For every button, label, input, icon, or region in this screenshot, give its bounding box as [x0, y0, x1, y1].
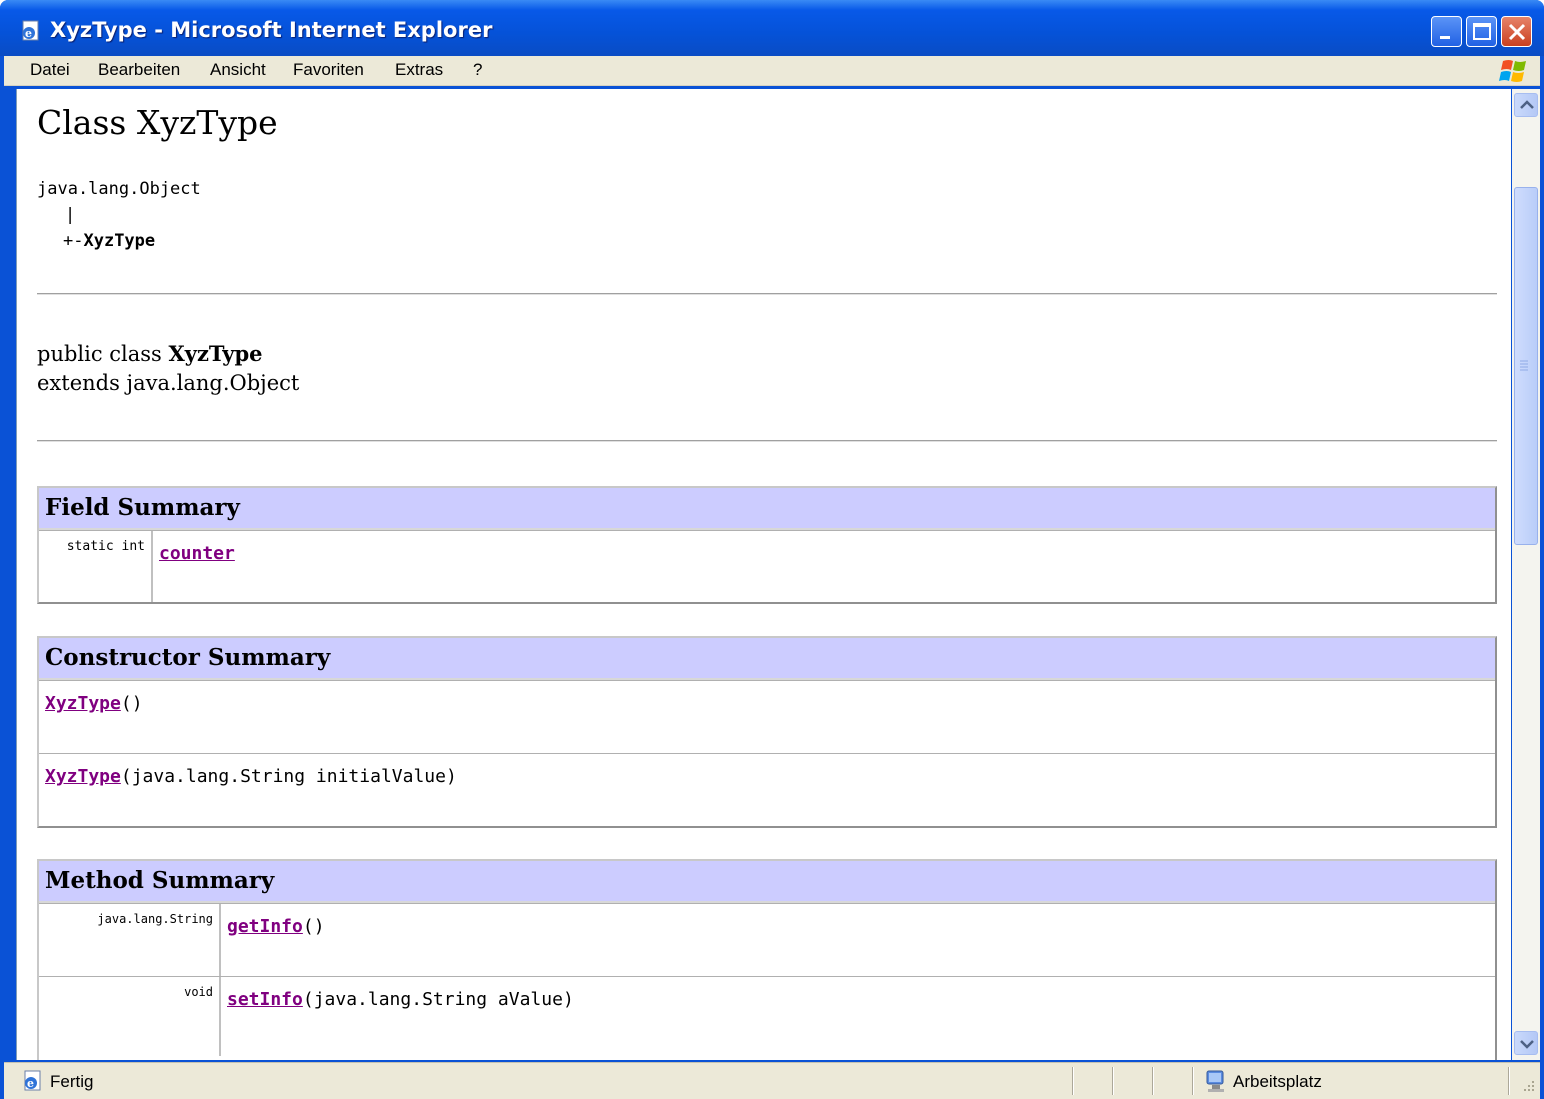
chevron-down-icon: [1520, 1040, 1534, 1049]
divider: [37, 440, 1497, 442]
hierarchy-child: +-XyzType: [63, 231, 155, 251]
status-text: Fertig: [50, 1072, 94, 1091]
class-declaration: public class XyzType: [37, 341, 263, 366]
hierarchy-root: java.lang.Object: [37, 179, 201, 199]
method-return-type: java.lang.String: [39, 904, 221, 976]
method-signature: (): [302, 916, 325, 937]
method-link-setinfo[interactable]: setInfo: [227, 989, 303, 1010]
method-summary-table: Method Summary java.lang.String getInfo(…: [37, 859, 1497, 1060]
resize-grip-icon[interactable]: [1522, 1079, 1536, 1093]
method-cell: getInfo(): [227, 904, 325, 976]
menu-favoriten[interactable]: Favoriten: [293, 60, 364, 80]
status-divider: [1072, 1067, 1074, 1095]
method-signature: (java.lang.String aValue): [302, 989, 574, 1010]
declaration-class-name: XyzType: [168, 341, 263, 366]
computer-zone-icon: [1206, 1070, 1224, 1092]
status-divider: [1112, 1067, 1114, 1095]
constructor-cell: XyzType(java.lang.String initialValue): [45, 754, 457, 826]
ie-page-icon: e: [24, 1070, 41, 1091]
field-summary-table: Field Summary static int counter: [37, 486, 1497, 604]
table-row: void setInfo(java.lang.String aValue): [39, 976, 1495, 1056]
constructor-summary-header: Constructor Summary: [39, 638, 1495, 680]
hierarchy-prefix: +-: [63, 231, 84, 251]
menu-bearbeiten[interactable]: Bearbeiten: [98, 60, 180, 80]
scroll-down-button[interactable]: [1514, 1031, 1538, 1055]
field-cell: counter: [159, 531, 235, 602]
divider: [37, 293, 1497, 295]
constructor-link-default[interactable]: XyzType: [45, 693, 121, 714]
class-extends: extends java.lang.Object: [37, 371, 300, 395]
menu-bar: Datei Bearbeiten Ansicht Favoriten Extra…: [4, 56, 1540, 86]
windows-logo-icon: [1499, 60, 1526, 82]
menu-help[interactable]: ?: [473, 60, 482, 80]
method-return-type: void: [39, 977, 221, 1056]
hierarchy-child-name: XyzType: [83, 231, 156, 251]
close-button[interactable]: [1501, 16, 1532, 47]
field-type: static int: [39, 531, 153, 602]
status-divider: [1508, 1067, 1510, 1095]
chevron-up-icon: [1520, 100, 1534, 109]
constructor-cell: XyzType(): [45, 681, 143, 753]
constructor-link-string[interactable]: XyzType: [45, 766, 121, 787]
table-row: XyzType(java.lang.String initialValue): [39, 753, 1495, 826]
menu-datei[interactable]: Datei: [30, 60, 70, 80]
page-content: Class XyzType java.lang.Object | +-XyzTy…: [16, 89, 1511, 1060]
status-divider: [1192, 1067, 1194, 1095]
page-title: Class XyzType: [37, 103, 278, 142]
title-bar[interactable]: e XyzType - Microsoft Internet Explorer: [0, 0, 1544, 56]
method-cell: setInfo(java.lang.String aValue): [227, 977, 574, 1056]
svg-text:e: e: [27, 1077, 34, 1090]
table-row: XyzType(): [39, 680, 1495, 753]
status-bar: e Fertig Arbeitsplatz: [4, 1062, 1540, 1099]
status-divider: [1152, 1067, 1154, 1095]
constructor-signature: (java.lang.String initialValue): [120, 766, 457, 787]
browser-window: e XyzType - Microsoft Internet Explorer …: [0, 0, 1544, 1099]
maximize-button[interactable]: [1466, 16, 1497, 47]
scroll-grip-icon: [1520, 360, 1528, 371]
window-title: XyzType - Microsoft Internet Explorer: [50, 18, 493, 42]
minimize-icon: [1440, 36, 1450, 39]
svg-text:e: e: [25, 27, 32, 40]
maximize-icon: [1473, 23, 1491, 40]
menu-ansicht[interactable]: Ansicht: [210, 60, 266, 80]
vertical-scrollbar[interactable]: [1512, 89, 1540, 1060]
constructor-summary-table: Constructor Summary XyzType() XyzType(ja…: [37, 636, 1497, 828]
menu-extras[interactable]: Extras: [395, 60, 443, 80]
scroll-up-button[interactable]: [1514, 93, 1538, 117]
field-summary-header: Field Summary: [39, 488, 1495, 530]
table-row: static int counter: [39, 530, 1495, 602]
method-summary-header: Method Summary: [39, 861, 1495, 903]
hierarchy-pipe: |: [65, 205, 76, 225]
minimize-button[interactable]: [1431, 16, 1462, 47]
constructor-signature: (): [120, 693, 143, 714]
close-icon: [1508, 23, 1526, 41]
zone-text: Arbeitsplatz: [1233, 1072, 1322, 1091]
ie-page-icon: e: [22, 20, 39, 41]
table-row: java.lang.String getInfo(): [39, 903, 1495, 976]
field-link-counter[interactable]: counter: [159, 543, 235, 564]
declaration-prefix: public class: [37, 342, 169, 366]
method-link-getinfo[interactable]: getInfo: [227, 916, 303, 937]
